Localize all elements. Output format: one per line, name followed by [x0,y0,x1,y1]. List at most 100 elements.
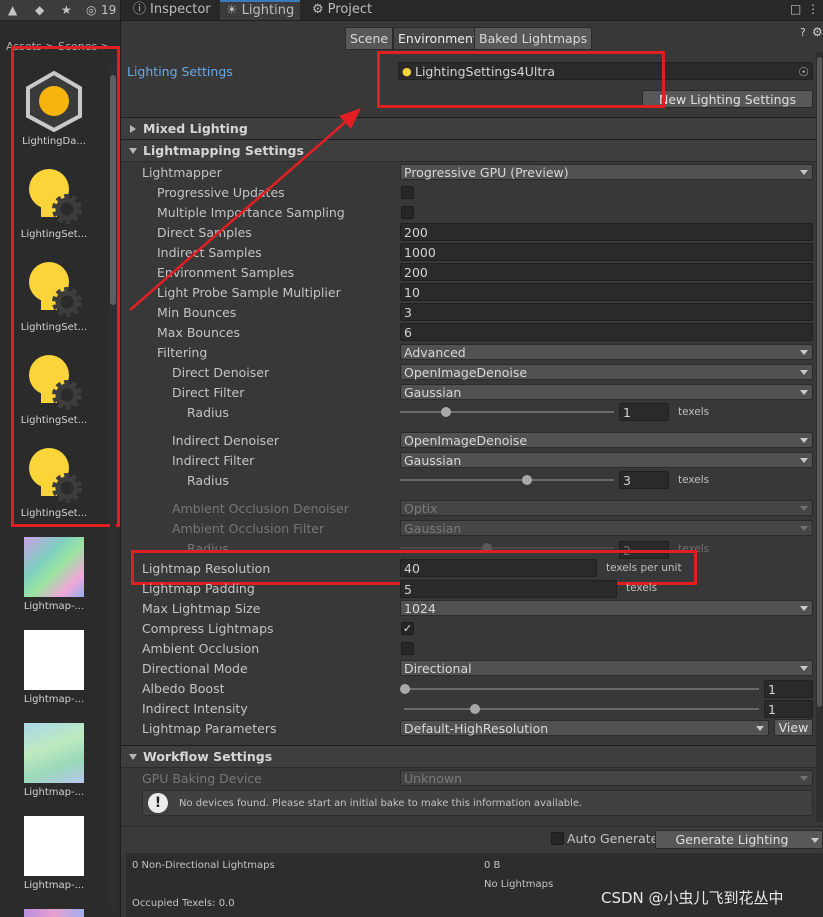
dropdown-value: Gaussian [404,453,462,468]
direct-denoiser-dropdown[interactable]: OpenImageDenoise [400,364,813,380]
ambient-occlusion-checkbox[interactable] [401,642,414,655]
lightmap-size: 0 B [484,860,501,871]
directional-mode-dropdown[interactable]: Directional [400,660,813,676]
subtab-scene[interactable]: Scene [345,27,394,50]
compress-lightmaps-label: Compress Lightmaps [142,621,274,636]
chevron-down-icon[interactable] [811,838,819,843]
help-box: ! No devices found. Please start an init… [142,790,813,816]
more-menu-icon[interactable]: ⋮ [807,2,819,16]
help-icon[interactable]: ? [800,26,806,39]
scrollbar-thumb[interactable] [110,75,116,305]
direct-radius-unit: texels [678,406,710,418]
new-lighting-settings-button[interactable]: New Lighting Settings [642,90,813,108]
filtering-dropdown[interactable]: Advanced [400,344,813,360]
indirect-radius-field[interactable]: 3 [619,471,669,489]
lightmap-parameters-label: Lightmap Parameters [142,721,277,736]
generate-lighting-button[interactable]: Generate Lighting [655,830,823,849]
max-bounces-label: Max Bounces [157,325,240,340]
watermark: CSDN @小虫儿飞到花丛中 [601,889,784,907]
max-bounces-field[interactable]: 6 [400,323,813,341]
indirect-intensity-slider-track[interactable] [404,708,759,710]
albedo-boost-slider-track[interactable] [404,688,759,690]
direct-denoiser-label: Direct Denoiser [172,365,270,380]
view-parameters-button[interactable]: View [774,719,813,736]
dropdown-value: Advanced [404,345,466,360]
indirect-denoiser-dropdown[interactable]: OpenImageDenoise [400,432,813,448]
mis-checkbox[interactable] [401,206,414,219]
lightmap-parameters-dropdown[interactable]: Default-HighResolution [400,720,769,736]
lightmapper-dropdown[interactable]: Progressive GPU (Preview) [400,164,813,180]
ao-radius-slider-track [400,547,614,549]
info-warning-icon: ! [148,793,168,813]
dropdown-value: Gaussian [404,385,462,400]
asset-lightmap[interactable]: Lightmap-... [16,630,92,705]
section-workflow-settings[interactable]: Workflow Settings [121,745,823,768]
max-lightmap-size-dropdown[interactable]: 1024 [400,600,813,616]
direct-radius-field[interactable]: 1 [619,403,669,421]
info-icon: ⓘ [133,2,147,17]
hidden-count: 19 [101,3,117,17]
filtering-label: Filtering [157,345,208,360]
tab-project-settings[interactable]: ⚙Project Settings [306,0,426,37]
dropdown-value: Gaussian [404,521,462,536]
subtab-environment[interactable]: Environment [393,27,483,50]
dropdown-value: 1024 [404,601,436,616]
project-scrollbar[interactable] [110,60,116,910]
lightmap-thumbnail-partial [24,909,84,917]
asset-lightmap[interactable]: Lightmap-... [16,723,92,798]
direct-filter-label: Direct Filter [172,385,245,400]
ao-denoiser-label: Ambient Occlusion Denoiser [172,501,349,516]
ao-filter-dropdown: Gaussian [400,520,813,536]
asset-lightmap[interactable]: Lightmap-... [16,816,92,891]
settings-gear-icon[interactable]: ⚙ [812,25,823,39]
asset-name: Lightmap-... [23,787,85,798]
highlight-box-assets [11,46,120,527]
albedo-boost-field[interactable]: 1 [764,680,813,698]
asset-name: Lightmap-... [23,601,85,612]
indirect-intensity-field[interactable]: 1 [764,700,813,718]
tab-label: Inspector [150,2,211,17]
scrollbar-thumb[interactable] [817,57,822,707]
dropdown-value: Default-HighResolution [404,721,549,736]
create-icon[interactable]: ▲ [8,2,17,18]
foldout-down-icon [129,754,137,760]
directional-mode-label: Directional Mode [142,661,248,676]
hidden-packages-icon[interactable]: ◎ [86,2,96,18]
occupied-texels: Occupied Texels: 0.0 [132,898,235,909]
direct-filter-dropdown[interactable]: Gaussian [400,384,813,400]
direct-radius-slider-track[interactable] [400,411,614,413]
chevron-down-icon [800,438,808,443]
chevron-down-icon [800,506,808,511]
subtab-baked-lightmaps[interactable]: Baked Lightmaps [474,27,593,50]
indirect-filter-dropdown[interactable]: Gaussian [400,452,813,468]
label-filter-icon[interactable]: ◆ [35,2,44,18]
chevron-down-icon [800,776,808,781]
direct-samples-field[interactable]: 200 [400,223,813,241]
indirect-radius-slider-knob[interactable] [522,475,532,485]
inspector-scrollbar[interactable] [816,52,823,822]
tab-lighting[interactable]: ☀ Lighting [220,0,300,20]
direct-radius-slider-knob[interactable] [441,407,451,417]
object-picker-icon[interactable]: ☉ [798,63,809,81]
environment-samples-field[interactable]: 200 [400,263,813,281]
asset-name: Lightmap-... [23,880,85,891]
indirect-samples-field[interactable]: 1000 [400,243,813,261]
gear-icon: ⚙ [312,2,324,17]
ambient-occlusion-label: Ambient Occlusion [142,641,260,656]
compress-lightmaps-checkbox[interactable]: ✓ [401,622,414,635]
albedo-boost-slider-knob[interactable] [400,684,410,694]
asset-lightmap[interactable]: Lightmap-... [16,537,92,612]
light-probe-multiplier-field[interactable]: 10 [400,283,813,301]
favorite-star-icon[interactable]: ★ [61,2,72,18]
min-bounces-field[interactable]: 3 [400,303,813,321]
non-directional-count: 0 Non-Directional Lightmaps [132,860,275,871]
lock-icon[interactable]: □ [790,2,801,16]
progressive-updates-checkbox[interactable] [401,186,414,199]
indirect-radius-slider-track[interactable] [400,479,614,481]
lightmap-padding-field[interactable]: 5 [400,580,617,598]
chevron-down-icon [800,170,808,175]
indirect-intensity-slider-knob[interactable] [470,704,480,714]
auto-generate-checkbox[interactable] [551,832,564,845]
lightmap-padding-unit: texels [626,582,658,594]
tab-inspector[interactable]: ⓘ Inspector [127,0,219,20]
